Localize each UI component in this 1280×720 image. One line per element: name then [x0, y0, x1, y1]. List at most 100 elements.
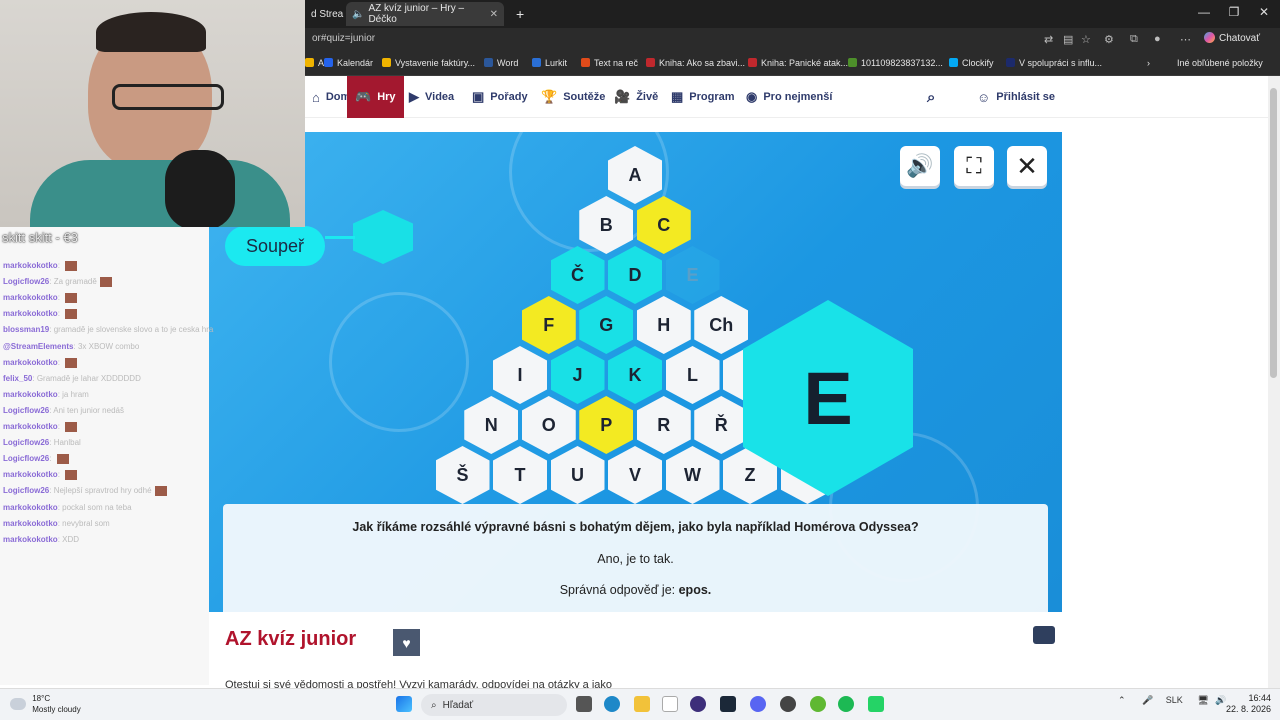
answer-prefix: Správná odpověď je: — [559, 583, 676, 597]
chat-username: @StreamElements — [3, 341, 74, 351]
chevron-up-icon[interactable]: ⌃ — [1118, 695, 1126, 705]
bookmark-item[interactable]: Kniha: Panické atak... — [748, 58, 848, 68]
extensions-icon[interactable]: ⚙ — [1104, 33, 1114, 46]
edge-icon[interactable] — [604, 696, 620, 712]
letter-hex[interactable]: K — [608, 346, 662, 404]
bookmark-label: Word — [497, 58, 519, 68]
letter-hex[interactable]: Ch — [694, 296, 749, 354]
letter-hex[interactable]: Š — [435, 446, 490, 504]
url-field[interactable]: or#quiz=junior — [312, 33, 375, 44]
bookmark-item[interactable]: A — [305, 58, 324, 68]
taskbar-search[interactable]: ⌕ Hľadať — [421, 694, 567, 716]
favorite-star-icon[interactable]: ☆ — [1081, 33, 1091, 46]
copilot-button[interactable]: Chatovať — [1204, 32, 1260, 44]
volume-icon[interactable]: 🔊 — [1215, 695, 1226, 705]
chatgpt-icon[interactable] — [780, 696, 796, 712]
copilot-label: Chatovať — [1219, 33, 1260, 44]
bookmark-item[interactable]: Text na reč — [581, 58, 638, 68]
nav-item-videa[interactable]: ▶ Videa — [409, 76, 454, 118]
letter-hex[interactable]: J — [550, 346, 605, 404]
taskbar: 18°C Mostly cloudy ⌕ Hľadať ⌃ 🎤 SLK 🖥 🔊 1… — [0, 688, 1280, 720]
task-view-icon[interactable] — [576, 696, 592, 712]
nav-item-pro-nejmensi[interactable]: ◉ Pro nejmenší — [746, 76, 832, 118]
scrollbar-thumb[interactable] — [1270, 88, 1277, 378]
maximize-icon[interactable]: ❐ — [1224, 5, 1244, 19]
close-game-button[interactable]: ✕ — [1007, 146, 1047, 186]
bookmark-item[interactable]: Vystavenie faktúry... — [382, 58, 475, 68]
login-button[interactable]: ☺ Přihlásit se — [977, 76, 1055, 118]
bookmark-item[interactable]: Word — [484, 58, 518, 68]
other-bookmarks-folder[interactable]: Iné obľúbené položky — [1177, 58, 1263, 68]
letter-hex[interactable]: R — [636, 396, 691, 454]
steam-icon[interactable] — [720, 696, 736, 712]
nav-item-program[interactable]: ▦ Program — [671, 76, 735, 118]
nav-label: Program — [689, 91, 735, 103]
comment-icon[interactable] — [1033, 626, 1055, 644]
letter-hex[interactable]: Č — [550, 246, 605, 304]
letter-hex[interactable]: L — [665, 346, 720, 404]
more-menu-icon[interactable]: ⋯ — [1180, 33, 1191, 46]
network-icon[interactable]: 🖥 — [1197, 695, 1208, 705]
nav-item-zive[interactable]: 🎥 Živě — [614, 76, 658, 118]
letter-hex[interactable]: T — [493, 446, 547, 504]
bookmark-icon — [382, 58, 391, 67]
chat-message: Logicflow26: Nejlepší spravtrod hry odhé — [3, 486, 167, 497]
favorite-button[interactable]: ♥ — [393, 629, 420, 656]
bookmark-item[interactable]: Kalendár — [324, 58, 373, 68]
discord-icon[interactable] — [750, 696, 766, 712]
new-tab-button[interactable]: + — [510, 2, 530, 26]
clock[interactable]: 16:44 22. 8. 2026 — [1226, 693, 1271, 715]
notepad-icon[interactable] — [662, 696, 678, 712]
profile-avatar[interactable]: ● — [1154, 33, 1161, 45]
letter-hex[interactable]: H — [636, 296, 691, 354]
letter-hex[interactable]: U — [550, 446, 605, 504]
bookmark-item[interactable]: 101109823837132... — [848, 58, 943, 68]
spotify-icon[interactable] — [838, 696, 854, 712]
nav-item-hry[interactable]: 🎮 Hry — [347, 76, 404, 118]
letter-hex[interactable]: Ř — [694, 396, 749, 454]
bookmark-icon — [848, 58, 857, 67]
minimize-icon[interactable]: — — [1194, 5, 1214, 19]
search-icon[interactable]: ⌕ — [927, 76, 935, 118]
letter-hex[interactable]: G — [579, 296, 634, 354]
windows-start-icon[interactable] — [396, 696, 412, 712]
bookmark-item[interactable]: Clockify — [949, 58, 994, 68]
letter-hex[interactable]: O — [521, 396, 576, 454]
translate-icon[interactable]: ⇄ — [1044, 33, 1053, 46]
obs-icon[interactable] — [690, 696, 706, 712]
nav-item-porady[interactable]: ▣ Pořady — [472, 76, 528, 118]
collections-icon[interactable]: ⧉ — [1130, 33, 1138, 46]
letter-hex[interactable]: I — [493, 346, 547, 404]
whatsapp-icon[interactable] — [868, 696, 884, 712]
letter-hex[interactable]: D — [608, 246, 662, 304]
nav-item-souteze[interactable]: 🏆 Soutěže — [541, 76, 605, 118]
chat-message: markokokotko: — [3, 293, 78, 304]
chat-message: markokokotko: XDD — [3, 535, 79, 544]
tab-az-kviz[interactable]: 🔈 AZ kvíz junior – Hry – Déčko ✕ — [346, 2, 504, 26]
file-explorer-icon[interactable] — [634, 696, 650, 712]
xbox-icon[interactable] — [810, 696, 826, 712]
close-tab-icon[interactable]: ✕ — [490, 9, 498, 20]
reader-icon[interactable]: ▤ — [1063, 33, 1073, 46]
chat-message: Logicflow26: Ani ten junior nedáš — [3, 406, 124, 415]
bookmark-item[interactable]: Kniha: Ako sa zbavi... — [646, 58, 745, 68]
letter-hex[interactable]: W — [665, 446, 720, 504]
close-window-icon[interactable]: ✕ — [1254, 5, 1274, 19]
sound-button[interactable]: 🔊 — [900, 146, 940, 186]
chat-message: markokokotko: nevybral som — [3, 519, 110, 528]
bookmark-item[interactable]: V spolupráci s influ... — [1006, 58, 1102, 68]
gamepad-icon: 🎮 — [355, 89, 372, 104]
microphone-icon[interactable]: 🎤 — [1142, 695, 1153, 705]
letter-hex[interactable]: V — [608, 446, 662, 504]
letter-hex[interactable]: F — [521, 296, 576, 354]
feedback-text: Ano, je to tak. — [597, 552, 674, 566]
letter-hex[interactable]: E — [665, 246, 720, 304]
weather-widget[interactable]: 18°C Mostly cloudy — [10, 693, 81, 715]
chat-username: markokokotko — [3, 293, 58, 303]
letter-hex[interactable]: P — [579, 396, 634, 454]
bookmarks-overflow-icon[interactable]: › — [1147, 58, 1150, 68]
language-indicator[interactable]: SLK — [1166, 695, 1183, 705]
bookmark-item[interactable]: Lurkit — [532, 58, 567, 68]
letter-hex[interactable]: N — [464, 396, 519, 454]
fullscreen-button[interactable]: ⛶ — [954, 146, 994, 186]
